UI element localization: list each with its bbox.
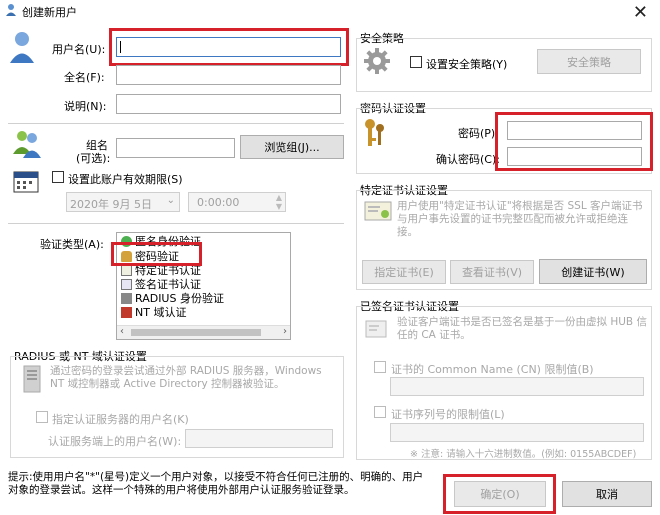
username-label: 用户名(U):	[52, 43, 106, 56]
auth-type-list[interactable]: 匿名身份验证 密码验证 特定证书认证 签名证书认证 RADIUS 身份验证 NT…	[116, 232, 291, 340]
gear-icon	[362, 46, 392, 76]
cert-description: 用户使用"特定证书认证"将根据是否 SSL 客户端证书与用户事先设置的证书完整匹…	[397, 200, 643, 238]
auth-item-password[interactable]: 密码验证	[117, 249, 205, 263]
signed-certificate-icon	[121, 278, 132, 290]
fullname-label: 全名(F):	[64, 71, 105, 84]
group-label-line2: (可选):	[76, 152, 111, 165]
scroll-left-icon[interactable]: ‹	[120, 326, 124, 337]
auth-item-radius[interactable]: RADIUS 身份验证	[121, 291, 224, 305]
auth-item-certificate[interactable]: 特定证书认证	[121, 263, 201, 277]
auth-item-anonymous[interactable]: 匿名身份验证	[121, 234, 201, 248]
group-icon	[10, 129, 44, 159]
security-policy-label: 设置安全策略(Y)	[426, 58, 508, 71]
password-label: 密码(P):	[458, 127, 499, 140]
scroll-thumb[interactable]	[131, 329, 261, 336]
cn-checkbox[interactable]	[374, 361, 386, 373]
cancel-button[interactable]: 取消	[562, 481, 652, 507]
auth-type-label: 验证类型(A):	[40, 238, 104, 251]
close-icon[interactable]: ✕	[633, 2, 648, 23]
anonymous-icon	[121, 235, 132, 247]
calendar-icon	[12, 168, 40, 194]
view-cert-button[interactable]: 查看证书(V)	[450, 260, 534, 284]
group-input[interactable]	[116, 138, 235, 158]
specify-user-label: 指定认证服务器的用户名(K)	[52, 413, 189, 426]
keys-icon	[362, 116, 388, 150]
security-policy-button[interactable]: 安全策略	[537, 49, 641, 74]
auth-item-nt[interactable]: NT 域认证	[121, 305, 186, 319]
server-username-input[interactable]	[185, 429, 333, 448]
divider-2	[8, 223, 344, 224]
expiry-time-value: 0:00:00	[197, 196, 240, 209]
certificate-icon	[121, 264, 132, 276]
auth-item-signed[interactable]: 签名证书认证	[121, 277, 201, 291]
create-cert-button[interactable]: 创建证书(W)	[539, 259, 647, 284]
window-title: 创建新用户	[22, 6, 77, 19]
fullname-input[interactable]	[116, 65, 341, 85]
expiry-time-input[interactable]: 0:00:00 ▲ ▼	[188, 192, 286, 212]
certificate-icon	[364, 200, 392, 224]
specify-user-checkbox[interactable]	[36, 411, 48, 423]
nt-domain-icon	[121, 306, 132, 318]
expiry-checkbox[interactable]	[52, 171, 64, 183]
server-icon	[20, 364, 44, 394]
server-username-label: 认证服务端上的用户名(W):	[48, 435, 182, 448]
radius-description: 通过密码的登录尝试通过外部 RADIUS 服务器，Windows NT 域控制器…	[50, 365, 322, 390]
security-policy-checkbox[interactable]	[410, 56, 422, 68]
description-label: 说明(N):	[64, 100, 107, 113]
list-horizontal-scrollbar[interactable]: ‹ ›	[117, 325, 290, 339]
app-icon	[4, 3, 18, 17]
cn-input[interactable]	[390, 377, 644, 396]
cn-checkbox-label: 证书的 Common Name (CN) 限制值(B)	[391, 363, 594, 376]
spinner-icon: ▲ ▼	[275, 193, 282, 211]
chevron-down-icon: ⌄	[166, 195, 175, 206]
password-input[interactable]	[507, 121, 642, 140]
user-icon	[8, 30, 36, 64]
specify-cert-button[interactable]: 指定证书(E)	[362, 260, 446, 284]
expiry-date-value: 2020年 9月 5日	[70, 198, 152, 211]
serial-checkbox-label: 证书序列号的限制值(L)	[391, 408, 505, 421]
scroll-right-icon[interactable]: ›	[283, 326, 287, 337]
radius-icon	[121, 292, 132, 304]
divider-1	[8, 123, 344, 124]
expiry-date-picker[interactable]: 2020年 9月 5日 ⌄	[66, 192, 180, 212]
ok-button[interactable]: 确定(O)	[454, 481, 546, 507]
serial-checkbox[interactable]	[374, 406, 386, 418]
key-icon	[121, 250, 132, 262]
title-bar: 创建新用户 ✕	[0, 0, 660, 23]
footer-hint: 提示:使用用户名"*"(星号)定义一个用户对象，以接受不符合任何已注册的、明确的…	[8, 471, 424, 496]
confirm-password-input[interactable]	[507, 147, 642, 166]
expiry-checkbox-label: 设置此账户有效期限(S)	[68, 173, 183, 186]
signed-certificate-icon	[364, 318, 388, 342]
serial-input[interactable]	[390, 423, 644, 442]
confirm-password-label: 确认密码(C):	[436, 153, 500, 166]
signed-description: 验证客户端证书是否已签名是基于一份由虚拟 HUB 信任的 CA 证书。	[397, 316, 647, 341]
username-input[interactable]	[116, 37, 341, 57]
description-input[interactable]	[116, 94, 341, 114]
hex-note: ※ 注意: 请输入十六进制数值。(例如: 0155ABCDEF)	[410, 449, 637, 460]
browse-group-button[interactable]: 浏览组(J)...	[240, 135, 344, 159]
